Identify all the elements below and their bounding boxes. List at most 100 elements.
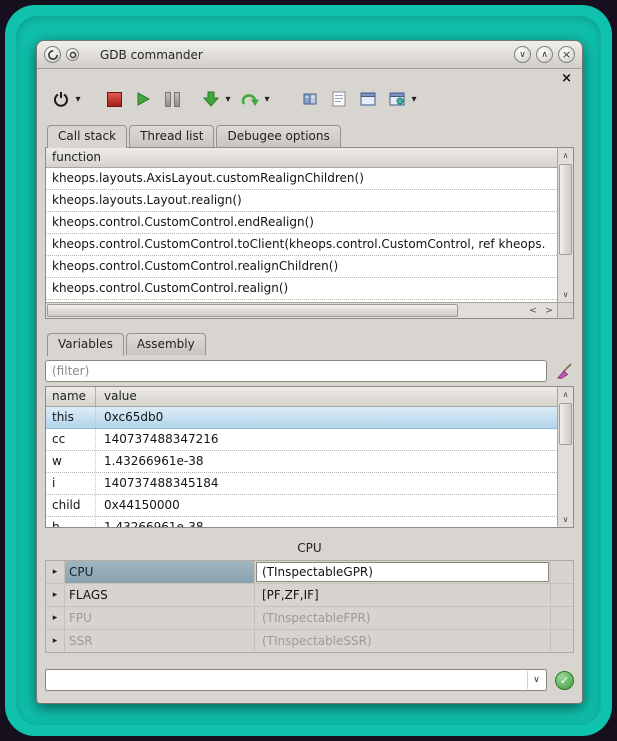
cpu-row-name: SSR	[64, 630, 254, 652]
variable-value: 0xc65db0	[96, 407, 557, 428]
call-stack-row[interactable]: kheops.layouts.Layout.realign()	[46, 190, 557, 212]
continue-button[interactable]	[131, 87, 155, 111]
variable-row[interactable]: i 140737488345184	[46, 473, 557, 495]
expander-icon[interactable]: ▸	[46, 630, 64, 652]
close-button[interactable]: ×	[558, 46, 575, 63]
variable-name: this	[46, 407, 96, 428]
variable-row[interactable]: child 0x44150000	[46, 495, 557, 517]
scroll-thumb[interactable]	[559, 403, 572, 445]
power-button[interactable]	[49, 87, 73, 111]
variable-row[interactable]: w 1.43266961e-38	[46, 451, 557, 473]
tab-variables[interactable]: Variables	[47, 333, 124, 356]
step-into-button[interactable]	[199, 87, 223, 111]
cpu-inspector: CPU ▸ CPU (TInspectableGPR) ▸ FLAGS [PF,…	[45, 540, 574, 653]
variable-row[interactable]: cc 140737488347216	[46, 429, 557, 451]
scroll-thumb[interactable]	[47, 304, 458, 317]
filter-input[interactable]	[45, 360, 547, 382]
expander-icon[interactable]: ▸	[46, 561, 64, 583]
expander-icon[interactable]: ▸	[46, 584, 64, 606]
scroll-thumb[interactable]	[559, 164, 572, 255]
docs-button[interactable]	[298, 87, 322, 111]
chevron-down-icon[interactable]: ∨	[527, 671, 545, 689]
variables-panel: name value this 0xc65db0 cc 140737488347…	[45, 386, 574, 528]
cpu-row-value: (TInspectableFPR)	[254, 607, 550, 629]
cpu-row-value: [PF,ZF,IF]	[254, 584, 550, 606]
confirm-button[interactable]: ✓	[555, 671, 574, 690]
vertical-scrollbar[interactable]: ∧ ∨	[557, 387, 573, 527]
panel-close-icon[interactable]: ×	[561, 73, 572, 85]
log-button[interactable]	[327, 87, 351, 111]
cpu-row[interactable]: ▸ FPU (TInspectableFPR)	[46, 607, 573, 630]
document-icon	[332, 91, 346, 107]
call-stack-row[interactable]: kheops.layouts.AxisLayout.customRealignC…	[46, 168, 557, 190]
call-stack-list: function kheops.layouts.AxisLayout.custo…	[46, 148, 557, 302]
scroll-down-button[interactable]: ∨	[558, 512, 573, 527]
tab-thread-list[interactable]: Thread list	[129, 125, 214, 147]
filter-row	[45, 360, 574, 382]
horizontal-scrollbar[interactable]: < >	[46, 302, 557, 318]
chevron-down-icon[interactable]: ▾	[409, 94, 419, 105]
call-stack-row[interactable]: kheops.control.CustomControl.toClient(kh…	[46, 234, 557, 256]
cpu-row[interactable]: ▸ FLAGS [PF,ZF,IF]	[46, 584, 573, 607]
stop-button[interactable]	[102, 87, 126, 111]
book-icon	[302, 91, 318, 107]
cpu-value-editor[interactable]: (TInspectableGPR)	[256, 562, 549, 582]
variable-row[interactable]: b 1.43266961e-38	[46, 517, 557, 527]
scroll-right-button[interactable]: >	[541, 303, 557, 318]
check-icon: ✓	[560, 674, 569, 687]
column-header-name: name	[46, 387, 96, 406]
tab-call-stack[interactable]: Call stack	[47, 125, 127, 148]
variable-value: 140737488347216	[96, 429, 557, 450]
titlebar[interactable]: GDB commander ∨ ∧ ×	[37, 41, 582, 69]
scroll-left-button[interactable]: <	[525, 303, 541, 318]
tab-debugee-options[interactable]: Debugee options	[216, 125, 340, 147]
app-icon[interactable]	[44, 46, 61, 63]
chevron-down-icon[interactable]: ▾	[262, 94, 272, 105]
cpu-grid: ▸ CPU (TInspectableGPR) ▸ FLAGS [PF,ZF,I…	[45, 560, 574, 653]
call-stack-row[interactable]: kheops.control.CustomControl.endRealign(…	[46, 212, 557, 234]
scroll-down-button[interactable]: ∨	[558, 287, 573, 302]
variable-value: 140737488345184	[96, 473, 557, 494]
scroll-up-button[interactable]: ∧	[558, 387, 573, 402]
command-input[interactable]	[46, 670, 536, 690]
chevron-down-icon[interactable]: ▾	[73, 94, 83, 105]
cpu-row-name: FPU	[64, 607, 254, 629]
cpu-row-value: (TInspectableSSR)	[254, 630, 550, 652]
maximize-button[interactable]: ∧	[536, 46, 553, 63]
column-header-value: value	[96, 387, 557, 406]
pause-icon	[165, 92, 180, 107]
variable-name: cc	[46, 429, 96, 450]
step-into-group: ▾	[199, 87, 233, 111]
power-icon	[53, 91, 69, 107]
variable-name: w	[46, 451, 96, 472]
column-header-function: function	[46, 148, 557, 168]
pause-button[interactable]	[160, 87, 184, 111]
variable-value: 0x44150000	[96, 495, 557, 516]
debugger-toolbar: ▾ ▾	[49, 87, 574, 111]
cpu-row-value: (TInspectableGPR)	[254, 561, 550, 583]
cpu-row-filler	[550, 630, 573, 652]
chevron-down-icon[interactable]: ▾	[223, 94, 233, 105]
variable-row[interactable]: this 0xc65db0	[46, 407, 557, 429]
options-button[interactable]	[385, 87, 409, 111]
minimize-button[interactable]: ∨	[514, 46, 531, 63]
stop-icon	[107, 92, 122, 107]
clear-filter-button[interactable]	[554, 361, 574, 381]
scroll-up-button[interactable]: ∧	[558, 148, 573, 163]
curved-arrow-icon	[241, 91, 259, 107]
variable-value: 1.43266961e-38	[96, 517, 557, 527]
cpu-title: CPU	[45, 540, 574, 557]
call-stack-row[interactable]: kheops.control.CustomControl.realignChil…	[46, 256, 557, 278]
menu-icon[interactable]	[66, 48, 79, 61]
window-body: × ▾	[37, 69, 582, 703]
vertical-scrollbar[interactable]: ∧ ∨	[557, 148, 573, 302]
memory-view-button[interactable]	[356, 87, 380, 111]
arrow-down-icon	[203, 91, 219, 107]
cpu-row[interactable]: ▸ CPU (TInspectableGPR)	[46, 561, 573, 584]
command-combobox[interactable]: ∨	[45, 669, 547, 691]
expander-icon[interactable]: ▸	[46, 607, 64, 629]
step-over-button[interactable]	[238, 87, 262, 111]
tab-assembly[interactable]: Assembly	[126, 333, 206, 355]
cpu-row[interactable]: ▸ SSR (TInspectableSSR)	[46, 630, 573, 652]
call-stack-row[interactable]: kheops.control.CustomControl.realign()	[46, 278, 557, 300]
